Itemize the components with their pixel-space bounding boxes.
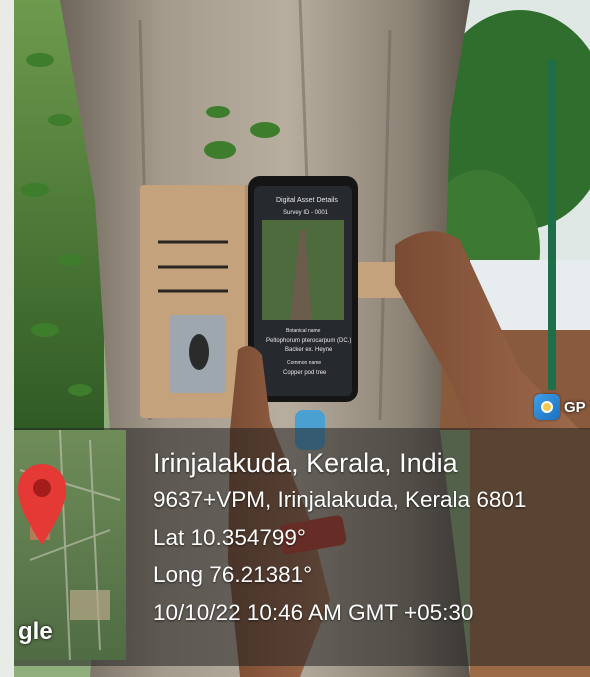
phone-common-label: Common name [287,360,322,366]
location-info: Irinjalakuda, Kerala, India 9637+VPM, Ir… [153,445,526,631]
gps-badge-label: GP [564,398,586,416]
location-title: Irinjalakuda, Kerala, India [153,448,458,478]
gps-badge: GP [534,393,586,421]
phone-common-name: Copper pod tree [283,370,327,376]
phone-botanical-name: Peltophorum pterocarpum (DC.) [266,338,352,344]
phone-header: Digital Asset Details [276,197,338,204]
phone-botanical-label: Botanical name [286,328,321,334]
location-latitude: Lat 10.354799° [153,524,306,550]
phone-survey-id: Survey ID - 0001 [283,210,329,216]
gps-map-camera-icon [534,394,560,420]
location-datetime: 10/10/22 10:46 AM GMT +05:30 [153,599,474,625]
phone-botanical-author: Backer ex. Heyne [285,347,333,353]
location-address: 9637+VPM, Irinjalakuda, Kerala 6801 [153,487,527,512]
location-longitude: Long 76.21381° [153,562,313,587]
map-brand-text: gle [18,618,53,645]
